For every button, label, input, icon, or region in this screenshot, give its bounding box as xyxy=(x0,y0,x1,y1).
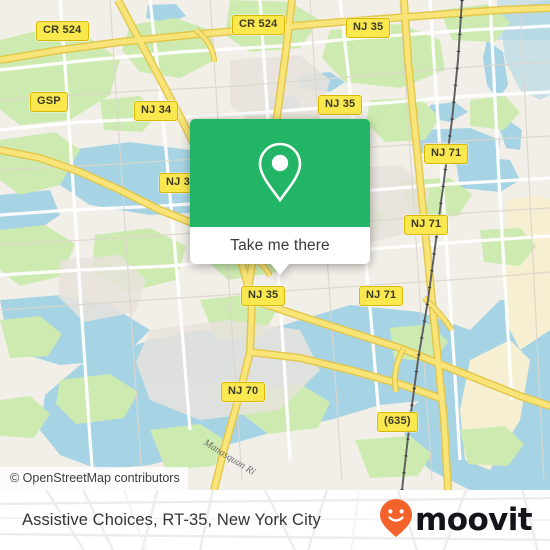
take-me-there-label: Take me there xyxy=(230,236,330,254)
map-canvas[interactable]: CR 524 CR 524 NJ 35 GSP NJ 34 NJ 35 NJ 71 NJ 3N… xyxy=(0,0,550,490)
map-pin-icon xyxy=(253,140,307,206)
card-icon-area xyxy=(190,119,370,227)
card-pointer-tail xyxy=(270,263,290,275)
map-water-label: Manasquan Ri xyxy=(201,437,258,478)
moovit-wordmark: moovit xyxy=(415,502,533,538)
page-title: Assistive Choices, RT-35, New York City xyxy=(22,510,321,529)
moovit-logo[interactable]: moovit xyxy=(379,490,533,550)
moovit-pin-smiley-icon xyxy=(379,498,413,543)
card-button-area[interactable]: Take me there xyxy=(190,227,370,264)
screenshot-root: CR 524 CR 524 NJ 35 GSP NJ 34 NJ 35 NJ 71 NJ 3N… xyxy=(0,0,550,550)
osm-attribution[interactable]: © OpenStreetMap contributors xyxy=(0,467,188,490)
take-me-there-card[interactable]: Take me there xyxy=(190,119,370,275)
footer-bar: Assistive Choices, RT-35, New York City … xyxy=(0,490,550,550)
